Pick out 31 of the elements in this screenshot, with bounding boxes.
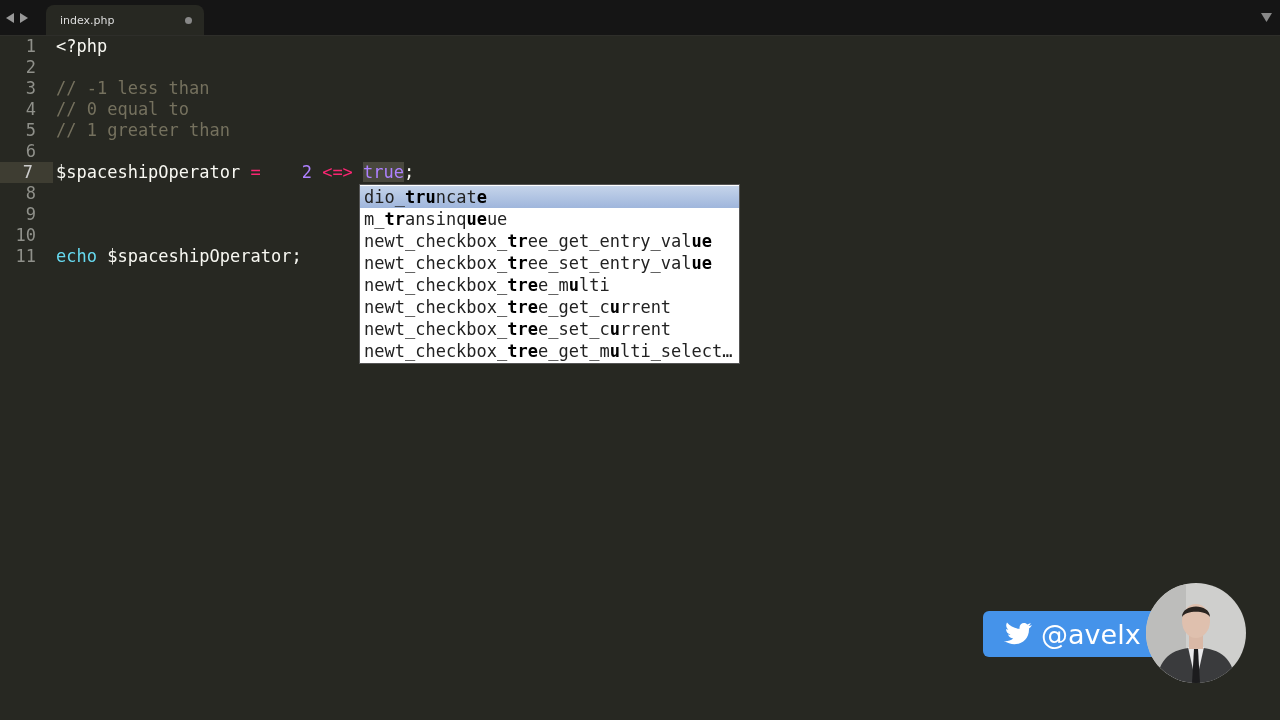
code-line: <?php	[56, 36, 108, 57]
line-number: 9	[24, 204, 37, 225]
twitter-handle: @avelx	[1041, 618, 1141, 650]
file-tab[interactable]: index.php	[46, 5, 204, 35]
autocomplete-item[interactable]: newt_checkbox_tree_get_entry_value	[360, 230, 739, 252]
code-line: $spaceshipOperator = 2 <=> true;	[56, 162, 415, 183]
line-number: 3	[24, 78, 37, 99]
autocomplete-item[interactable]: newt_checkbox_tree_get_current	[360, 296, 739, 318]
line-number: 2	[24, 57, 37, 78]
code-line: echo $spaceshipOperator;	[56, 246, 302, 267]
autocomplete-item[interactable]: dio_truncate	[360, 186, 739, 208]
line-number: 6	[24, 141, 37, 162]
code-line: // 1 greater than	[56, 120, 230, 141]
autocomplete-item[interactable]: newt_checkbox_tree_multi	[360, 274, 739, 296]
code-line: // -1 less than	[56, 78, 210, 99]
autocomplete-item[interactable]: newt_checkbox_tree_get_multi_select…	[360, 340, 739, 362]
bird-icon	[1003, 621, 1033, 647]
line-number: 4	[24, 99, 37, 120]
line-number: 8	[24, 183, 37, 204]
line-number: 1	[24, 36, 37, 57]
line-number: 10	[14, 225, 37, 246]
autocomplete-item[interactable]: m_transinqueue	[360, 208, 739, 230]
line-number: 7	[0, 162, 53, 183]
dropdown-icon[interactable]	[1261, 13, 1272, 22]
autocomplete-item[interactable]: newt_checkbox_tree_set_current	[360, 318, 739, 340]
forward-arrow-icon[interactable]	[19, 12, 28, 23]
line-number: 11	[14, 246, 37, 267]
code-line: // 0 equal to	[56, 99, 190, 120]
autocomplete-item[interactable]: newt_checkbox_tree_set_entry_value	[360, 252, 739, 274]
line-number: 5	[24, 120, 37, 141]
back-arrow-icon[interactable]	[6, 12, 15, 23]
